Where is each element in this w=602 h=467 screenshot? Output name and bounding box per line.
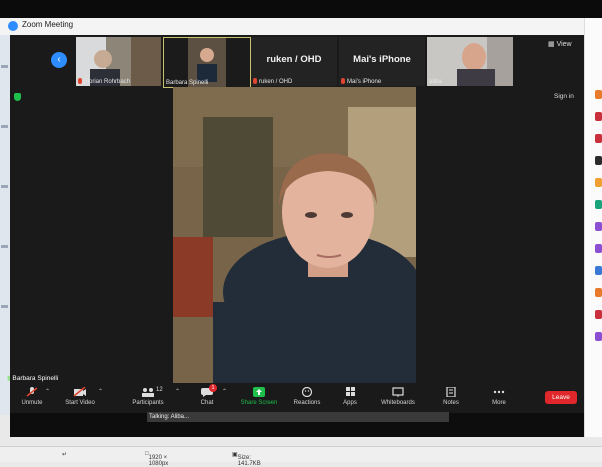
- apps-button[interactable]: Apps: [337, 383, 363, 413]
- participant-name: Barbara Spinelli: [166, 80, 209, 86]
- background-app-strip: [0, 35, 10, 415]
- unmute-label: Unmute: [21, 400, 43, 406]
- previous-page-button[interactable]: ‹: [51, 52, 67, 68]
- title-bar: Zoom Meeting: [0, 18, 584, 36]
- image-dimensions: □ 1920 × 1080px: [145, 451, 169, 467]
- app-shortcut-icon[interactable]: [595, 222, 602, 231]
- app-shortcut-icon[interactable]: [595, 90, 602, 99]
- signal-icon: ▮: [7, 375, 11, 382]
- view-label: View: [556, 41, 572, 48]
- reactions-button[interactable]: Reactions: [289, 383, 325, 413]
- app-shortcut-icon[interactable]: [595, 310, 602, 319]
- chat-options-chevron-icon[interactable]: ⌃: [222, 388, 227, 395]
- speaker-video-frame: [173, 87, 416, 383]
- active-speaker-video: [173, 87, 416, 383]
- share-screen-label: Share Screen: [240, 400, 278, 406]
- more-button[interactable]: More: [486, 383, 512, 413]
- app-shortcut-icon[interactable]: [595, 200, 602, 209]
- view-button[interactable]: ▦ View: [548, 40, 572, 48]
- participants-label: Participants: [132, 400, 164, 406]
- app-shortcut-icon[interactable]: [595, 244, 602, 253]
- speaker-name-label: ▮ Barbara Spinelli: [7, 375, 59, 382]
- more-icon: [493, 390, 505, 394]
- zoom-logo-icon: [8, 21, 18, 31]
- apps-label: Apps: [343, 400, 357, 406]
- sign-in-link[interactable]: Sign in: [554, 93, 574, 100]
- participant-name: aliba: [429, 79, 442, 85]
- notes-icon: [446, 387, 456, 397]
- file-size: ▣ Size: 141.7KB: [232, 452, 261, 467]
- chat-badge: 1: [209, 384, 217, 392]
- participant-tile[interactable]: Barbara Spinelli: [163, 37, 251, 88]
- app-shortcut-icon[interactable]: [595, 156, 602, 165]
- participant-name: Florian Rohrbach: [78, 78, 130, 85]
- cursor-icon: ↵: [62, 452, 68, 458]
- status-bar: ↵ □ 1920 × 1080px ▣ Size: 141.7KB: [0, 446, 602, 467]
- participant-tile[interactable]: aliba: [427, 37, 513, 86]
- share-screen-icon: [253, 387, 265, 397]
- notes-label: Notes: [443, 400, 459, 406]
- app-shortcut-icon[interactable]: [595, 332, 602, 341]
- whiteboards-label: Whiteboards: [381, 400, 415, 406]
- apps-icon: [346, 387, 355, 396]
- chat-label: Chat: [200, 400, 214, 406]
- app-shortcut-icon[interactable]: [595, 266, 602, 275]
- unmute-button[interactable]: Unmute: [15, 383, 49, 413]
- participant-tile[interactable]: Florian Rohrbach: [76, 37, 161, 86]
- meeting-toolbar: Unmute ⌃ Start Video ⌃ Participants 12 ⌃…: [10, 383, 584, 413]
- leave-button[interactable]: Leave: [545, 391, 577, 404]
- muted-mic-icon: [253, 78, 257, 84]
- participant-tile[interactable]: ruken / OHD ruken / OHD: [251, 37, 337, 86]
- app-shortcut-icon[interactable]: [595, 288, 602, 297]
- notes-button[interactable]: Notes: [438, 383, 464, 413]
- app-shortcut-icon[interactable]: [595, 134, 602, 143]
- window-title: Zoom Meeting: [22, 20, 74, 29]
- participants-icon: [142, 388, 154, 397]
- participant-name: Mai's iPhone: [341, 78, 381, 85]
- participants-button[interactable]: Participants: [126, 383, 170, 413]
- app-shortcut-icon[interactable]: [595, 112, 602, 121]
- participant-name: ruken / OHD: [253, 78, 292, 85]
- start-video-button[interactable]: Start Video: [58, 383, 102, 413]
- start-video-label: Start Video: [65, 400, 95, 406]
- more-label: More: [492, 400, 506, 406]
- muted-mic-icon: [341, 78, 345, 84]
- video-options-chevron-icon[interactable]: ⌃: [98, 388, 103, 395]
- reactions-icon: [301, 387, 313, 397]
- whiteboard-icon: [392, 387, 404, 397]
- participants-options-chevron-icon[interactable]: ⌃: [175, 388, 180, 395]
- app-shortcut-icon[interactable]: [595, 178, 602, 187]
- participant-tile[interactable]: Mai's iPhone Mai's iPhone: [339, 37, 425, 86]
- video-off-icon: [73, 387, 86, 397]
- muted-mic-icon: [78, 78, 82, 84]
- muted-mic-icon: [26, 387, 38, 397]
- participant-display-name: ruken / OHD: [266, 54, 322, 65]
- participants-count: 12: [156, 387, 163, 393]
- security-shield-icon[interactable]: [14, 93, 21, 101]
- talking-indicator: Talking: Aliba...: [147, 412, 449, 422]
- reactions-label: Reactions: [293, 400, 321, 406]
- whiteboards-button[interactable]: Whiteboards: [377, 383, 419, 413]
- gallery-strip: Florian Rohrbach Barbara Spinelli ruken …: [10, 35, 584, 88]
- participant-display-name: Mai's iPhone: [353, 54, 411, 65]
- share-screen-button[interactable]: Share Screen: [237, 383, 281, 413]
- top-bar: [0, 0, 602, 18]
- audio-options-chevron-icon[interactable]: ⌃: [45, 388, 50, 395]
